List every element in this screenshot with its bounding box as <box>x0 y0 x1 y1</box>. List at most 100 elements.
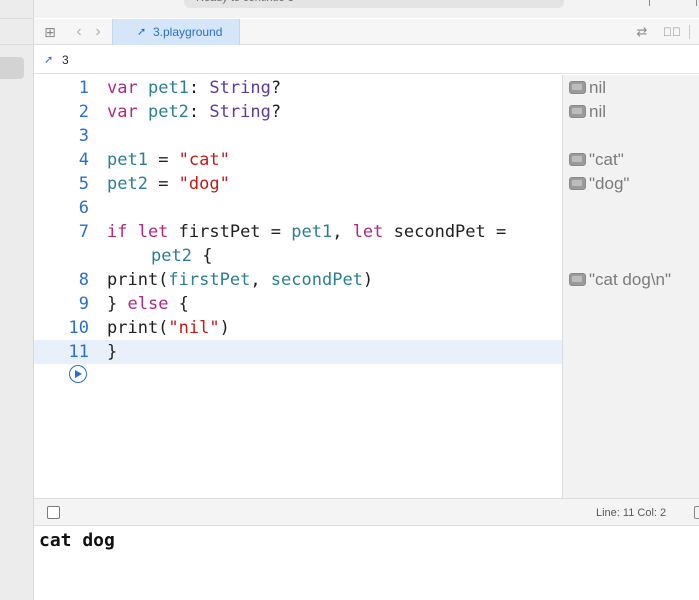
debug-bar: Line: 11 Col: 2 <box>34 498 699 526</box>
result-value[interactable]: nil <box>569 76 606 100</box>
code-editor[interactable]: 1 var pet1: String? 2 var pet2: String? 3 4 pe… <box>34 75 562 498</box>
quick-look-icon[interactable] <box>569 177 586 190</box>
code-line[interactable]: 9} else { <box>34 292 562 316</box>
result-text: "cat dog\n" <box>589 270 672 289</box>
code-token: print( <box>107 270 169 290</box>
line-number: 1 <box>78 78 89 98</box>
result-text: "cat" <box>589 150 624 169</box>
code-line-continuation[interactable]: pet2 { <box>34 244 562 268</box>
code-line[interactable]: 4 pet1 = "cat" <box>34 148 562 172</box>
breadcrumb-item[interactable]: 3 <box>62 46 69 74</box>
line-number: 3 <box>78 126 89 146</box>
code-token: pet2 <box>147 102 189 122</box>
swift-icon: ➚ <box>137 26 147 38</box>
code-token: , <box>250 270 271 290</box>
sidebar-divider <box>0 18 34 19</box>
result-text: nil <box>589 102 607 121</box>
grid-icon[interactable]: ⊞ <box>40 19 60 45</box>
code-token: pet1 <box>107 150 148 170</box>
line-number: 7 <box>78 222 89 242</box>
line-number: 11 <box>68 342 89 362</box>
code-line[interactable]: 2 var pet2: String? <box>34 100 562 124</box>
run-button[interactable] <box>69 365 87 383</box>
chevron-right-icon[interactable]: › <box>91 19 105 45</box>
code-line[interactable]: 3 <box>34 124 562 148</box>
code-token: ) <box>362 270 374 290</box>
code-text: } else { <box>107 292 189 316</box>
swift-icon: ➚ <box>44 54 54 66</box>
code-line[interactable]: 10 print("nil") <box>34 316 562 340</box>
quick-look-icon[interactable] <box>569 273 586 286</box>
play-icon <box>75 369 82 378</box>
code-token: "dog" <box>178 174 230 194</box>
code-line[interactable]: 7 if let firstPet = pet1, let secondPet = <box>34 220 562 244</box>
code-token: let <box>352 222 384 242</box>
line-number: 4 <box>78 150 89 170</box>
line-number: 8 <box>78 270 89 290</box>
code-token: var <box>107 102 138 122</box>
line-number: 9 <box>78 294 89 314</box>
toolbar-separator <box>689 25 690 39</box>
code-line[interactable]: 6 <box>34 196 562 220</box>
code-token: print( <box>107 318 169 338</box>
code-token: : <box>188 102 210 122</box>
code-token: , <box>332 222 353 242</box>
sidebar-divider <box>0 44 34 45</box>
console-toggle-checkbox[interactable] <box>47 506 60 519</box>
result-value[interactable]: "cat" <box>569 148 624 172</box>
quick-look-icon[interactable] <box>569 153 586 166</box>
toolbar-mark <box>649 0 650 6</box>
code-token: } <box>107 294 128 314</box>
code-token: = <box>147 150 179 170</box>
code-token: "cat" <box>178 150 230 170</box>
code-text: pet2 { <box>151 244 212 268</box>
code-token: ) <box>219 318 230 338</box>
result-value[interactable]: "cat dog\n" <box>569 268 671 292</box>
code-token: String <box>209 78 271 98</box>
code-token: pet1 <box>291 222 333 242</box>
line-number: 6 <box>78 198 89 218</box>
console-output: cat dog <box>39 530 115 551</box>
code-token: = <box>147 174 179 194</box>
code-token: pet1 <box>147 78 189 98</box>
code-token: pet2 <box>151 246 192 266</box>
code-line[interactable]: 5 pet2 = "dog" <box>34 172 562 196</box>
code-token: else <box>127 294 169 314</box>
result-value[interactable]: "dog" <box>569 172 629 196</box>
code-token: } <box>107 342 118 362</box>
code-line[interactable]: 8 print(firstPet, secondPet) <box>34 268 562 292</box>
panel-toggle-icon[interactable] <box>694 506 699 519</box>
code-token: : <box>188 78 210 98</box>
code-text: var pet1: String? <box>107 76 281 100</box>
chevron-left-icon[interactable]: ‹ <box>72 19 86 45</box>
code-token: { <box>168 294 189 314</box>
code-token: "nil" <box>168 318 220 338</box>
code-token: pet2 <box>107 174 148 194</box>
line-number: 10 <box>68 318 89 338</box>
code-line[interactable]: 1 var pet1: String? <box>34 76 562 100</box>
code-text: pet2 = "dog" <box>107 172 230 196</box>
code-token: var <box>107 78 138 98</box>
quick-look-icon[interactable] <box>569 105 586 118</box>
inspector-icon[interactable]: ≣⃞ <box>659 19 685 45</box>
swap-icon[interactable]: ⇄ <box>632 19 652 45</box>
sidebar-selected-item[interactable] <box>0 57 24 79</box>
code-token: ? <box>270 78 282 98</box>
quick-look-icon[interactable] <box>569 81 586 94</box>
tab-playground[interactable]: ➚ 3.playground <box>112 19 240 45</box>
code-token: String <box>209 102 271 122</box>
code-text: print("nil") <box>107 316 230 340</box>
code-token: firstPet = <box>168 222 292 242</box>
code-text: print(firstPet, secondPet) <box>107 268 373 292</box>
result-text: "dog" <box>589 174 630 193</box>
code-token: ? <box>270 102 282 122</box>
console-area[interactable]: cat dog <box>34 527 699 600</box>
code-token: secondPet = <box>383 222 507 242</box>
tab-bar: ⊞ ‹ › ➚ 3.playground ⇄ ≣⃞ <box>34 19 699 45</box>
result-value[interactable]: nil <box>569 100 606 124</box>
title-bar: Ready to continue 3 <box>34 0 699 18</box>
code-line[interactable]: 11} <box>34 340 562 364</box>
code-text: } <box>107 340 117 364</box>
breadcrumb[interactable]: ➚ 3 <box>34 46 699 74</box>
